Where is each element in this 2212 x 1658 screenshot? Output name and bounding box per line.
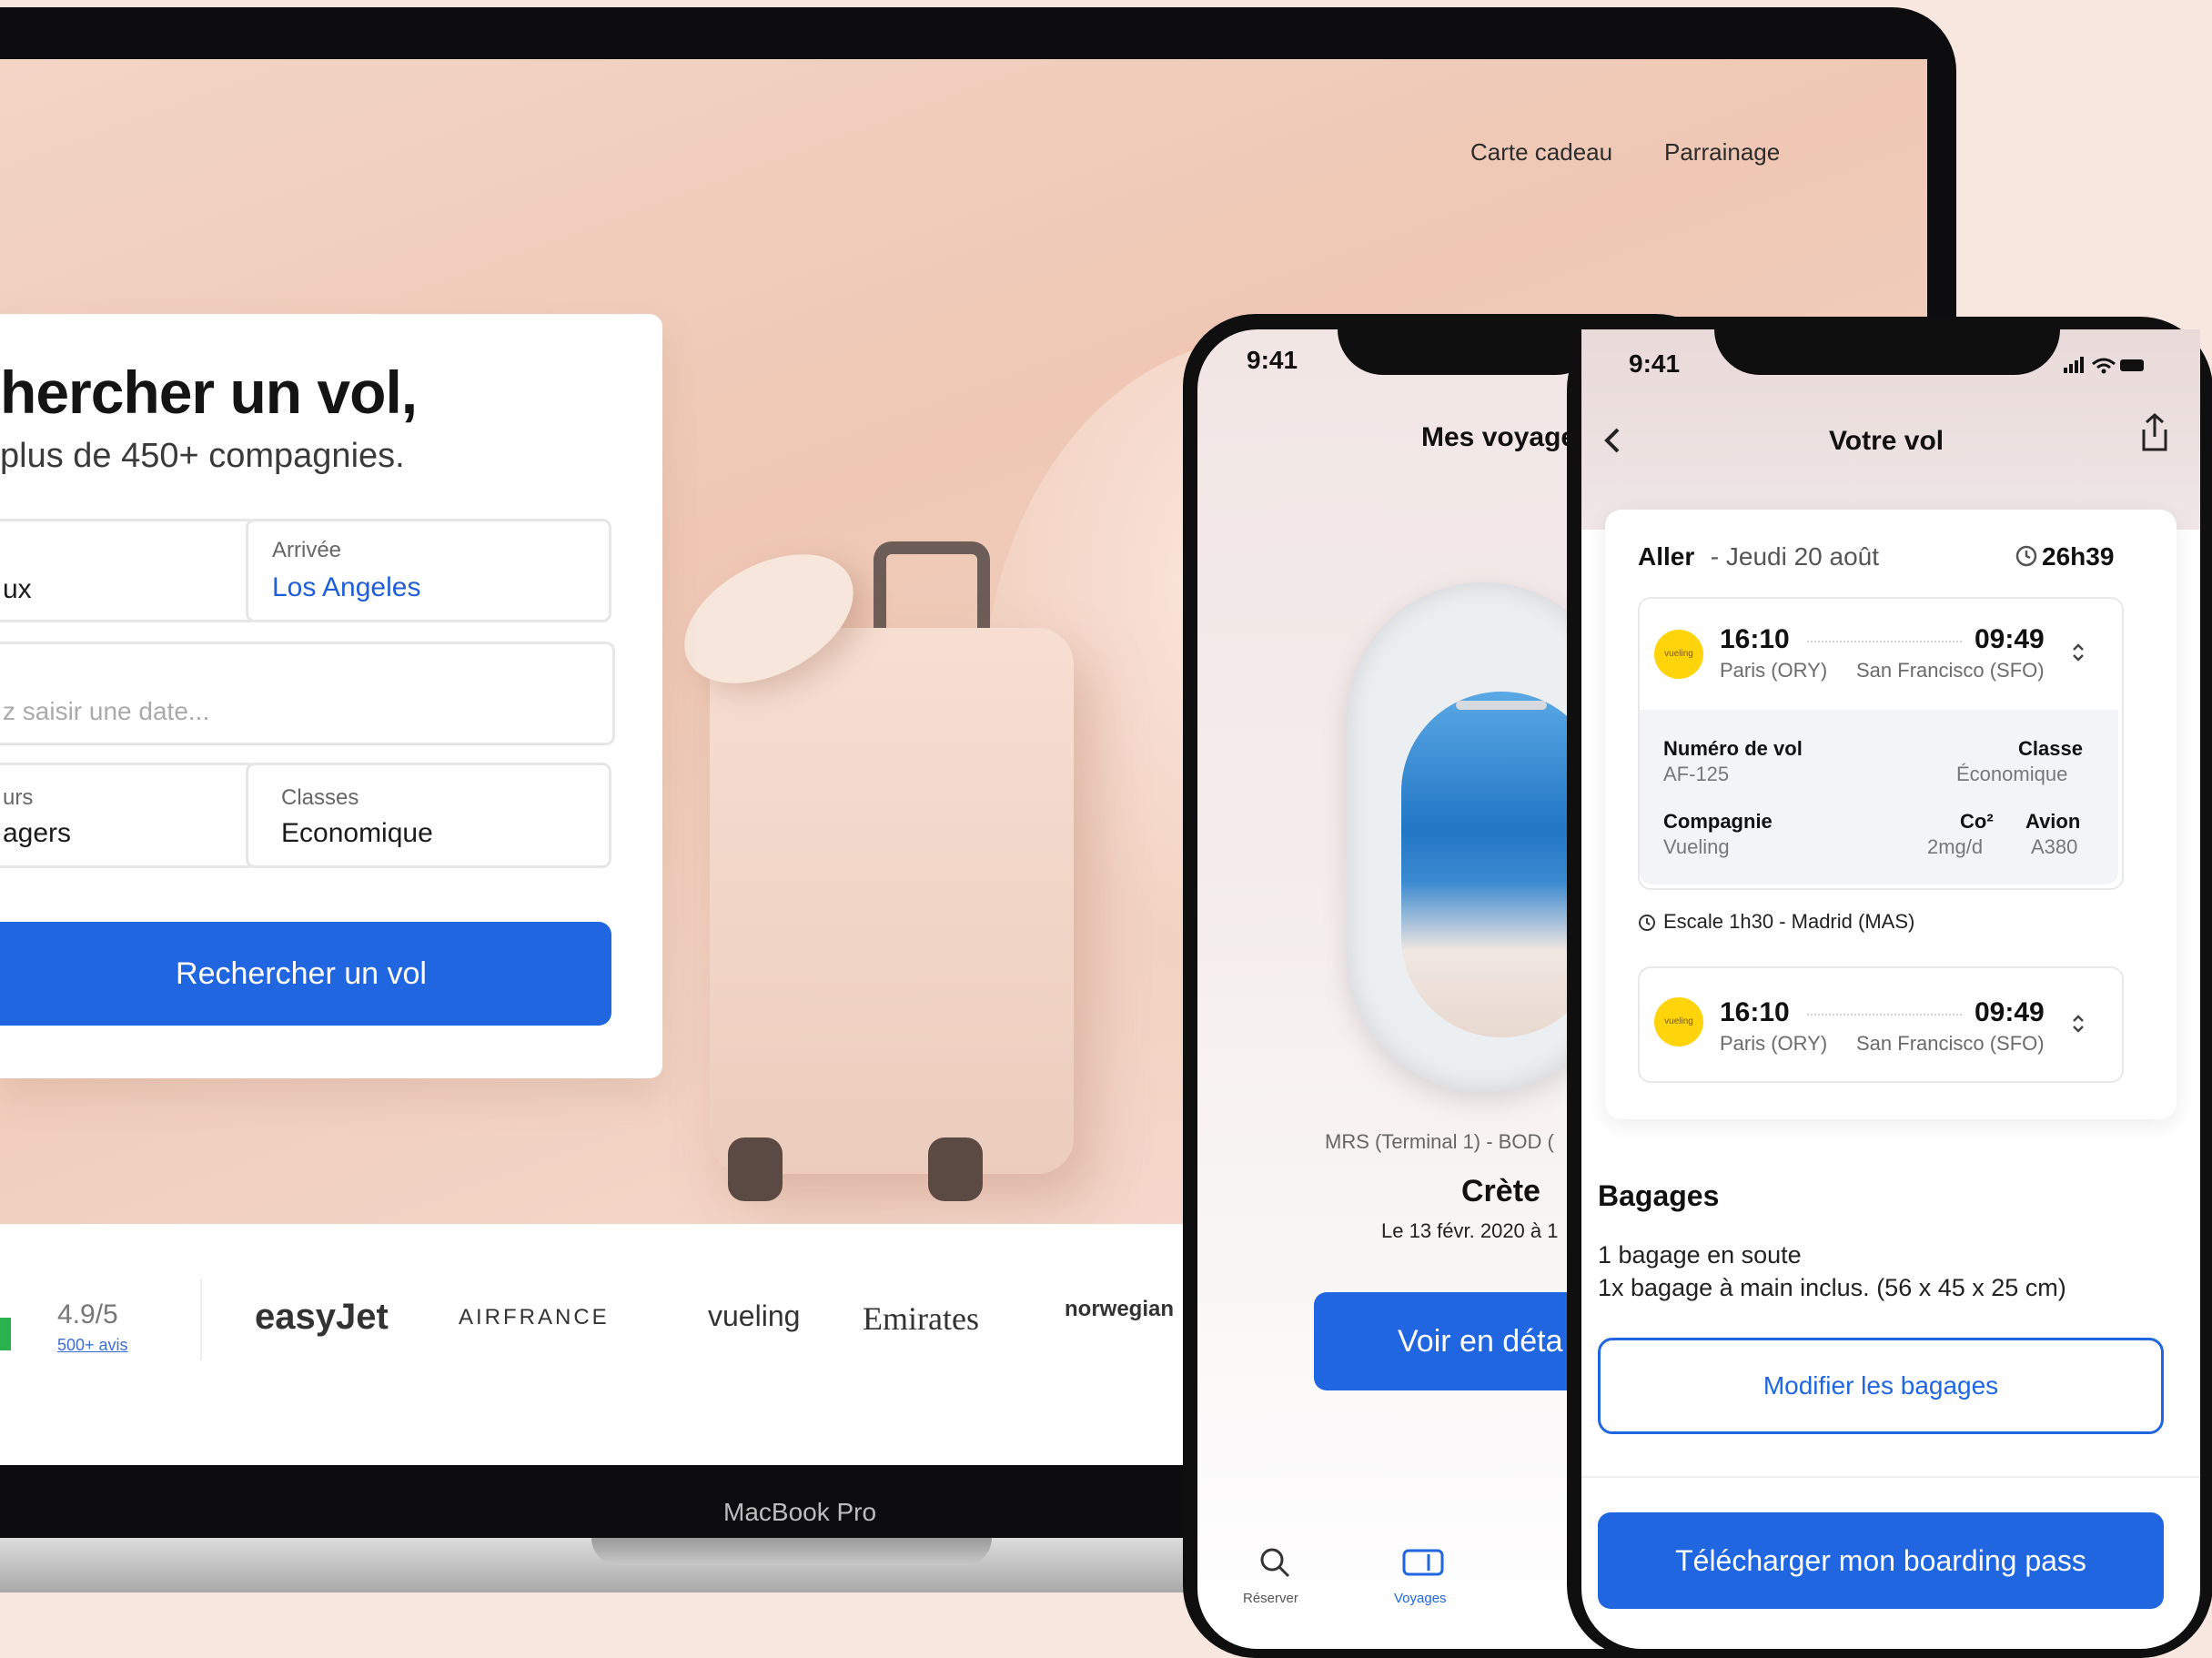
easyjet-logo: easyJet — [255, 1297, 389, 1337]
date-field[interactable]: z saisir une date... — [0, 642, 615, 745]
rating-reviews-link[interactable]: 500+ avis — [57, 1336, 128, 1355]
aircraft-value: A380 — [2031, 835, 2078, 858]
airfrance-logo: AIRFRANCE — [459, 1305, 610, 1329]
rating-score: 4.9/5 — [57, 1299, 118, 1329]
company-value: Vueling — [1663, 835, 1730, 858]
segment1-departure-time: 16:10 — [1720, 624, 1790, 654]
baggage-title: Bagages — [1598, 1179, 1720, 1212]
flight-number-value: AF-125 — [1663, 763, 1730, 785]
status-icons — [2060, 351, 2151, 379]
phone-left-notch — [1338, 329, 1601, 375]
download-boarding-pass-button[interactable]: Télécharger mon boarding pass — [1598, 1512, 2164, 1609]
departure-value: ux — [3, 574, 32, 604]
norwegian-logo: norwegian — [1065, 1297, 1175, 1321]
window-shade-icon — [1456, 701, 1547, 710]
ticket-icon[interactable] — [1401, 1547, 1445, 1580]
outbound-label: Aller — [1638, 542, 1695, 571]
suitcase-illustration — [710, 628, 1074, 1174]
travellers-field[interactable]: urs agers — [0, 763, 251, 868]
vueling-badge-icon: vueling — [1654, 997, 1703, 1046]
baggage-hold: 1 bagage en soute — [1598, 1241, 1802, 1269]
emirates-logo: Emirates — [863, 1300, 979, 1337]
route-line — [1807, 641, 1962, 642]
trip-date: Le 13 févr. 2020 à 1 — [1381, 1219, 1559, 1242]
suitcase-wheel-icon — [728, 1137, 783, 1201]
class-value: Economique — [281, 818, 433, 848]
arrival-field[interactable]: Arrivée Los Angeles — [246, 519, 611, 622]
departure-field[interactable]: ux — [0, 519, 251, 622]
status-time: 9:41 — [1247, 346, 1298, 374]
segment2-departure-city: Paris (ORY) — [1720, 1032, 1828, 1055]
device-label: MacBook Pro — [723, 1498, 877, 1526]
status-time: 9:41 — [1629, 349, 1681, 378]
travellers-value: agers — [3, 818, 72, 848]
laptop-opening-notch — [591, 1538, 992, 1565]
baggage-cabin: 1x bagage à main inclus. (56 x 45 x 25 c… — [1598, 1274, 2066, 1301]
aircraft-label: Avion — [2025, 810, 2081, 833]
trip-destination: Crète — [1461, 1174, 1540, 1208]
segment2-arrival-time: 09:49 — [1975, 997, 2045, 1027]
phone-right-notch — [1714, 329, 2060, 375]
flight-segment-2[interactable] — [1638, 966, 2124, 1083]
outbound-duration: 26h39 — [2042, 542, 2115, 571]
flight-number-label: Numéro de vol — [1663, 737, 1803, 760]
tab-trips-label[interactable]: Voyages — [1394, 1591, 1447, 1606]
back-chevron-icon[interactable] — [1600, 424, 1625, 457]
class-label: Classe — [2018, 737, 2083, 760]
share-icon[interactable] — [2138, 411, 2171, 453]
trip-route: MRS (Terminal 1) - BOD ( — [1325, 1130, 1554, 1153]
search-flight-button[interactable]: Rechercher un vol — [0, 922, 611, 1026]
segment1-arrival-city: San Francisco (SFO) — [1856, 659, 2045, 682]
arrival-label: Arrivée — [272, 538, 342, 562]
search-icon[interactable] — [1256, 1543, 1296, 1583]
class-label: Classes — [281, 785, 359, 810]
trips-header-title: Mes voyage — [1421, 422, 1577, 452]
divider — [1581, 1476, 2200, 1478]
clock-icon — [2015, 544, 2038, 568]
expand-toggle-icon[interactable] — [2069, 641, 2087, 664]
segment2-arrival-city: San Francisco (SFO) — [1856, 1032, 2045, 1055]
co2-label: Co² — [1960, 810, 1994, 833]
company-label: Compagnie — [1663, 810, 1773, 833]
arrival-value: Los Angeles — [272, 572, 421, 602]
suitcase-wheel-icon — [928, 1137, 983, 1201]
stopover-info: Escale 1h30 - Madrid (MAS) — [1663, 910, 1915, 933]
stopover-clock-icon — [1638, 914, 1656, 932]
outbound-date: - Jeudi 20 août — [1703, 542, 1880, 571]
route-line — [1807, 1014, 1962, 1016]
vueling-logo: vueling — [708, 1299, 801, 1332]
flight-header-title: Votre vol — [1829, 426, 1944, 456]
tab-book-label[interactable]: Réserver — [1243, 1591, 1298, 1606]
co2-value: 2mg/d — [1927, 835, 1984, 858]
nav-referral[interactable]: Parrainage — [1664, 138, 1780, 167]
expand-toggle-icon[interactable] — [2069, 1012, 2087, 1036]
divider — [200, 1279, 202, 1360]
segment2-departure-time: 16:10 — [1720, 997, 1790, 1027]
segment1-arrival-time: 09:49 — [1975, 624, 2045, 654]
trustpilot-star-icon — [0, 1318, 11, 1350]
class-value: Économique — [1956, 763, 2068, 785]
vueling-badge-icon: vueling — [1654, 630, 1703, 679]
segment1-departure-city: Paris (ORY) — [1720, 659, 1828, 682]
view-details-button[interactable]: Voir en déta — [1314, 1292, 1605, 1390]
search-subtitle: plus de 450+ compagnies. — [0, 437, 405, 475]
modify-baggage-button[interactable]: Modifier les bagages — [1598, 1338, 2164, 1434]
search-title: hercher un vol, — [0, 359, 418, 426]
nav-gift-card[interactable]: Carte cadeau — [1470, 138, 1612, 167]
date-placeholder: z saisir une date... — [3, 697, 210, 725]
class-field[interactable]: Classes Economique — [246, 763, 611, 868]
travellers-label: urs — [3, 785, 34, 810]
